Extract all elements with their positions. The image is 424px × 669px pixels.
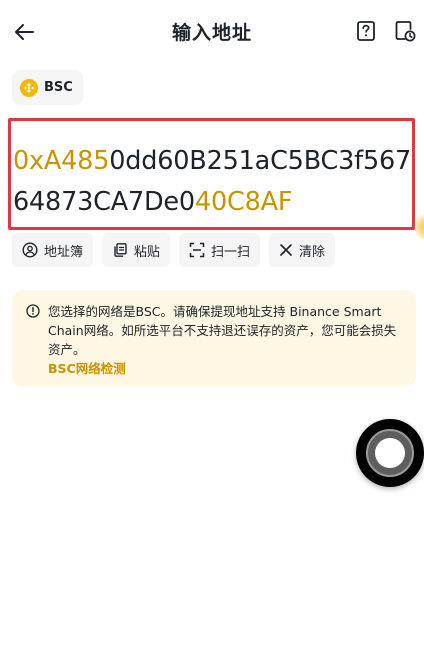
- assistive-touch-button[interactable]: [356, 419, 424, 487]
- address-suffix: 40C8AF: [194, 187, 293, 217]
- assistive-touch-core: [375, 438, 405, 468]
- address-text[interactable]: 0xA4850dd60B251aC5BC3f56764873CA7De040C8…: [13, 141, 413, 223]
- clear-button[interactable]: 清除: [269, 233, 336, 267]
- network-label: BSC: [44, 80, 73, 95]
- notice-text: 您选择的网络是BSC。请确保提现地址支持 Binance Smart Chain…: [48, 304, 397, 357]
- paste-button[interactable]: 粘贴: [102, 233, 171, 267]
- address-input[interactable]: 0xA4850dd60B251aC5BC3f56764873CA7De040C8…: [8, 118, 415, 230]
- question-icon: [357, 21, 375, 41]
- scan-icon: [189, 242, 205, 258]
- history-button[interactable]: [392, 18, 418, 44]
- edge-glow: [414, 213, 424, 241]
- help-button[interactable]: [353, 18, 379, 44]
- close-icon: [280, 244, 292, 256]
- network-selector[interactable]: BSC: [12, 70, 83, 105]
- address-prefix: 0xA485: [13, 146, 110, 176]
- bsc-logo-icon: [20, 78, 38, 97]
- header: 输入地址: [0, 0, 424, 64]
- address-actions: 地址簿 粘贴 扫一扫 清除: [12, 233, 336, 267]
- person-circle-icon: [22, 242, 38, 258]
- scan-button[interactable]: 扫一扫: [179, 233, 261, 267]
- address-book-button[interactable]: 地址簿: [12, 233, 94, 267]
- scan-label: 扫一扫: [211, 244, 251, 260]
- info-circle-icon: [26, 304, 40, 318]
- paste-label: 粘贴: [134, 244, 161, 260]
- paste-icon: [114, 243, 127, 257]
- history-icon: [395, 21, 416, 42]
- clear-label: 清除: [299, 244, 326, 260]
- address-book-label: 地址簿: [44, 244, 84, 260]
- bsc-network-check-link[interactable]: BSC网络检测: [48, 359, 402, 378]
- network-notice: 您选择的网络是BSC。请确保提现地址支持 Binance Smart Chain…: [12, 290, 416, 386]
